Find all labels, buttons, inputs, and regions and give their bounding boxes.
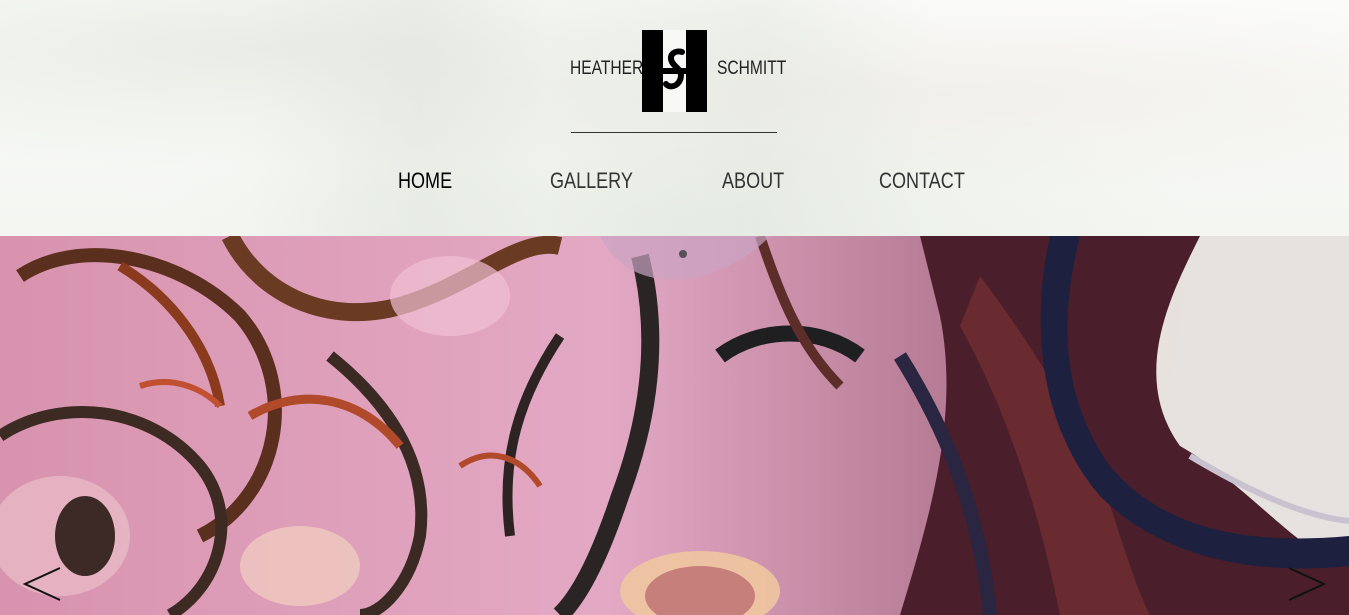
painting-image — [0, 236, 1349, 615]
hero-slideshow[interactable] — [0, 236, 1349, 615]
nav-about[interactable]: ABOUT — [722, 168, 784, 194]
logo-divider — [571, 132, 777, 133]
chevron-right-icon[interactable] — [1287, 562, 1327, 606]
nav-gallery[interactable]: GALLERY — [550, 168, 633, 194]
nav-home[interactable]: HOME — [398, 168, 452, 194]
logo-first-name[interactable]: HEATHER — [570, 58, 643, 80]
site-header: HEATHER SCHMITT HOME GALLERY ABOUT CONTA… — [0, 0, 1349, 236]
hs-monogram-logo[interactable] — [642, 30, 707, 112]
logo-last-name[interactable]: SCHMITT — [717, 58, 786, 80]
main-navigation: HOME GALLERY ABOUT CONTACT — [0, 168, 1349, 202]
nav-contact[interactable]: CONTACT — [879, 168, 965, 194]
page: HEATHER SCHMITT HOME GALLERY ABOUT CONTA… — [0, 0, 1349, 615]
chevron-left-icon[interactable] — [22, 562, 62, 606]
